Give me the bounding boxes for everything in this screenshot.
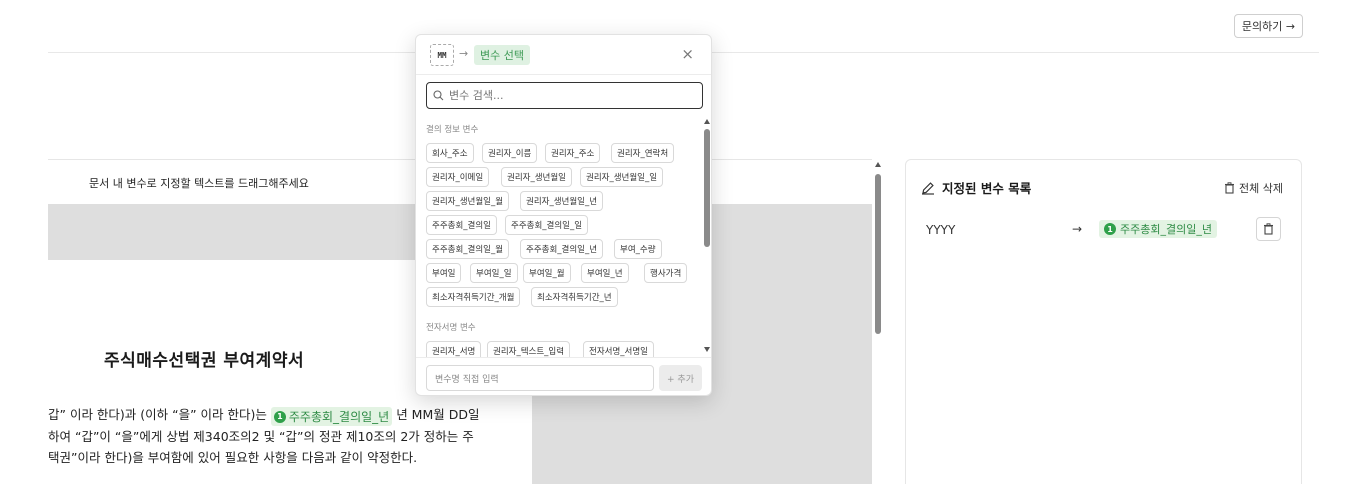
variable-chip-list: 결의 정보 변수 회사_주소 권리자_이름 권리자_주소 권리자_연락처권리자_이메일… (416, 117, 704, 357)
inline-variable-chip[interactable]: 1 주주총회_결의일_년 (270, 407, 393, 426)
delete-row-button[interactable] (1256, 217, 1281, 241)
source-token: MM (430, 44, 454, 66)
variable-chip[interactable]: 부여일_월 (523, 263, 571, 283)
inquiry-button[interactable]: 문의하기 → (1234, 14, 1303, 38)
variable-chip[interactable]: 권리자_서명 (426, 341, 482, 357)
variable-chip[interactable]: 권리자_생년월일_일 (580, 167, 664, 187)
trash-icon (1264, 223, 1273, 235)
variable-chip[interactable]: 권리자_주소 (545, 143, 601, 163)
add-variable-button[interactable]: + 추가 (659, 365, 702, 391)
close-icon[interactable]: × (681, 45, 694, 63)
variable-chip[interactable]: 부여일_일 (470, 263, 518, 283)
variable-chip[interactable]: 최소자격취득기간_년 (531, 287, 618, 307)
document-title: 주식매수선택권 부여계약서 (104, 351, 305, 371)
variable-number-badge: 1 (273, 410, 286, 423)
section-label: 전자서명 변수 (426, 323, 476, 333)
direct-variable-input[interactable]: 변수명 직접 입력 (426, 365, 654, 391)
variable-chip[interactable]: 권리자_이메일 (426, 167, 490, 187)
assigned-variables-panel: 지정된 변수 목록 전체 삭제 YYYY → 1 주주총회_결의일_년 (905, 159, 1302, 484)
variable-chip[interactable]: 부여_수량 (614, 239, 662, 259)
variable-search-field[interactable] (426, 82, 703, 109)
source-text: YYYY (926, 223, 956, 237)
variable-chip[interactable]: 권리자_생년월일 (501, 167, 572, 187)
variable-chip[interactable]: 권리자_이름 (482, 143, 538, 163)
variable-chip[interactable]: 주주총회_결의일_월 (426, 239, 510, 259)
assigned-variable-row: YYYY → 1 주주총회_결의일_년 (906, 215, 1301, 245)
scroll-up-arrow-icon[interactable] (704, 119, 710, 124)
document-scrollbar[interactable] (874, 162, 883, 484)
arrow-icon: → (1072, 222, 1083, 236)
variable-chip[interactable]: 전자서명_서명일 (583, 341, 654, 357)
section-label: 결의 정보 변수 (426, 125, 479, 135)
delete-all-button[interactable]: 전체 삭제 (1224, 180, 1283, 196)
trash-icon (1225, 182, 1235, 194)
variable-chip[interactable]: 주주총회_결의일 (426, 215, 497, 235)
document-line[interactable]: 갑” 이라 한다)과 (이하 “을” 이라 한다)는 1 주주총회_결의일_년 년… (48, 404, 479, 426)
variable-chip[interactable]: 회사_주소 (426, 143, 474, 163)
arrow-icon: → (459, 47, 469, 60)
scroll-thumb[interactable] (875, 174, 881, 334)
variable-chip[interactable]: 권리자_생년월일_년 (520, 191, 604, 211)
scroll-down-arrow-icon[interactable] (704, 347, 710, 352)
variable-chip[interactable]: 부여일 (426, 263, 462, 283)
variable-number-badge: 1 (1104, 223, 1116, 235)
document-line[interactable]: 택권”이라 한다)을 부여함에 있어 필요한 사항을 다음과 같이 약정한다. (48, 447, 417, 466)
scroll-thumb[interactable] (704, 129, 710, 247)
variable-chip[interactable]: 부여일_년 (581, 263, 629, 283)
variable-chip[interactable]: 최소자격취득기간_개월 (426, 287, 521, 307)
popover-header: MM → 변수 선택 × (416, 35, 711, 75)
panel-title: 지정된 변수 목록 (921, 178, 1031, 197)
selected-variable-label: 변수 선택 (474, 45, 530, 65)
popover-scrollbar[interactable] (704, 119, 713, 355)
variable-select-popover: MM → 변수 선택 × 결의 정보 변수 회사_주소권리자_이름권리자_주소권… (415, 34, 712, 396)
variable-chip[interactable]: 권리자_생년월일_월 (426, 191, 510, 211)
variable-chip[interactable]: 권리자_연락처 (611, 143, 675, 163)
variable-chip[interactable]: 권리자_텍스트_입력 (487, 341, 571, 357)
drag-instruction: 문서 내 변수로 지정할 텍스트를 드래그해주세요 (89, 177, 309, 190)
variable-search-input[interactable] (449, 89, 689, 102)
search-icon (433, 90, 444, 101)
variable-chip[interactable]: 주주총회_결의일_일 (505, 215, 589, 235)
target-variable-chip: 1 주주총회_결의일_년 (1099, 220, 1217, 238)
document-line[interactable]: 하여 “갑”이 “을”에게 상법 제340조의2 및 “갑”의 정관 제10조의… (48, 426, 474, 445)
variable-chip[interactable]: 행사가격 (644, 263, 688, 283)
pencil-icon (922, 181, 934, 195)
scroll-up-arrow-icon[interactable] (875, 162, 881, 167)
popover-footer: 변수명 직접 입력 + 추가 (416, 357, 711, 397)
variable-chip[interactable]: 주주총회_결의일_년 (520, 239, 604, 259)
